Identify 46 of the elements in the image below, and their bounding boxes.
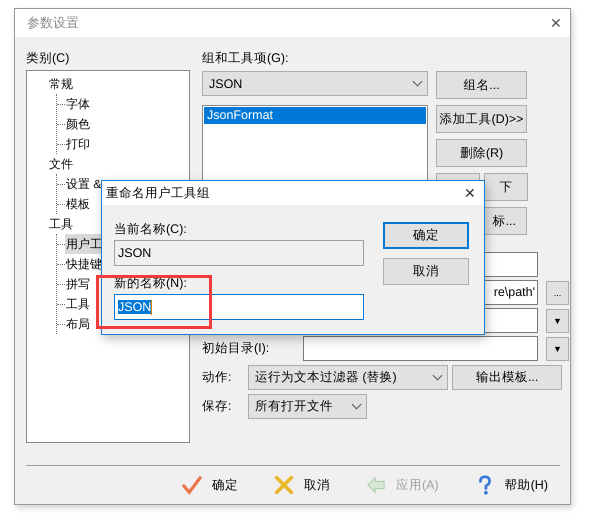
tree-item[interactable]: 设置 & (65, 174, 102, 194)
ok-button[interactable]: 确定 (178, 472, 242, 498)
tree-item[interactable]: 常规 (48, 74, 74, 94)
left-arrow-icon (366, 475, 386, 495)
down-button[interactable]: 下 (484, 173, 528, 201)
group-label: 组和工具项(G): (202, 51, 290, 66)
tree-item[interactable]: 拼写 (65, 274, 91, 294)
action-label: 动作: (202, 369, 232, 386)
tree-item[interactable]: 颜色 (65, 114, 91, 134)
tree-item[interactable]: 模板 (65, 194, 91, 214)
tree-item[interactable]: 字体 (65, 94, 91, 114)
output-template-button[interactable]: 输出模板... (452, 365, 562, 390)
delete-button[interactable]: 删除(R) (436, 139, 527, 167)
tree-item[interactable]: 工具 (65, 294, 91, 314)
dialog-title: 重命名用户工具组 (106, 184, 210, 202)
dropdown-button[interactable]: ▼ (546, 308, 569, 332)
start-dir-field[interactable] (303, 336, 538, 361)
check-icon (182, 475, 202, 495)
close-button[interactable]: ✕ (464, 185, 476, 201)
ok-button[interactable]: 确定 (383, 222, 469, 249)
dropdown-button[interactable]: ▼ (546, 336, 569, 360)
current-name-label: 当前名称(C): (114, 222, 188, 236)
new-name-field[interactable]: JSON (114, 294, 364, 320)
add-tool-button[interactable]: 添加工具(D)>> (436, 105, 527, 133)
window-title: 参数设置 (27, 14, 79, 32)
tree-item[interactable]: 布局 (65, 314, 91, 334)
tree-item[interactable]: 用户工 (65, 234, 103, 254)
help-button[interactable]: 帮助(H) (470, 472, 552, 498)
tree-item[interactable]: 文件 (48, 154, 74, 174)
close-button[interactable]: ✕ (550, 15, 562, 31)
save-label: 保存: (202, 398, 232, 415)
tree-item[interactable]: 工具 (48, 214, 74, 234)
tree-item[interactable]: 打印 (65, 134, 91, 154)
cross-icon (274, 475, 294, 495)
action-dropdown[interactable]: 运行为文本过滤器 (替换) (248, 365, 448, 390)
start-dir-label: 初始目录(I): (202, 340, 270, 357)
current-name-field: JSON (114, 240, 364, 266)
browse-button[interactable]: ... (546, 280, 569, 304)
tree-item[interactable]: 快捷键 (65, 254, 103, 274)
group-dropdown[interactable]: JSON (202, 71, 428, 96)
rename-group-button[interactable]: 组名... (436, 71, 527, 99)
cancel-button[interactable]: 取消 (270, 472, 334, 498)
cancel-button[interactable]: 取消 (383, 258, 469, 285)
save-dropdown[interactable]: 所有打开文件 (248, 394, 367, 419)
tool-list-item[interactable]: JsonFormat (204, 107, 426, 124)
category-label: 类别(C) (26, 51, 70, 66)
